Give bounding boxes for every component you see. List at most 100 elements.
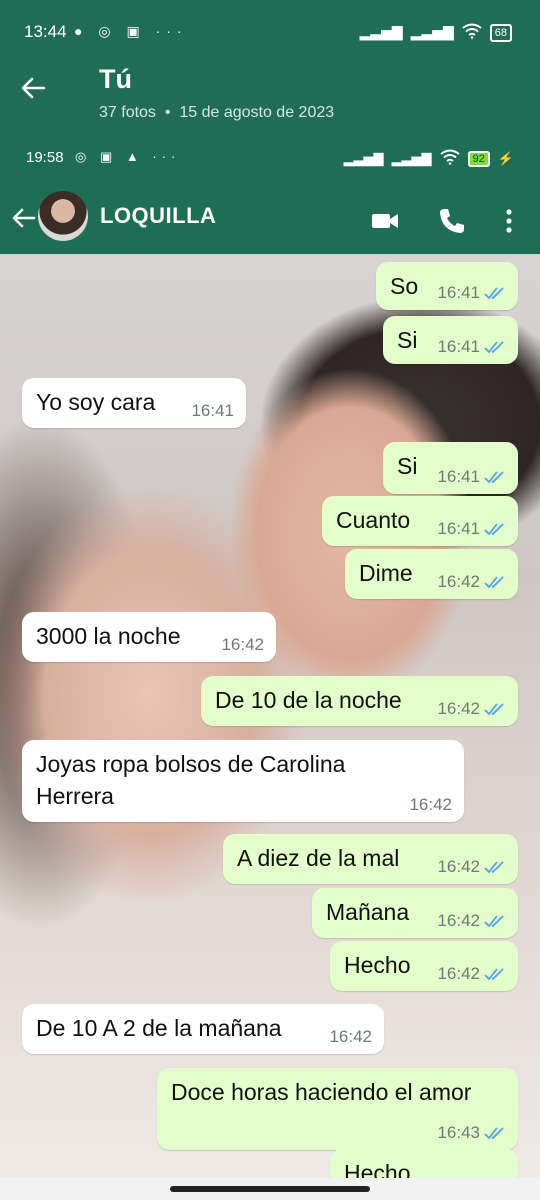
contact-name[interactable]: LOQUILLA: [100, 203, 216, 229]
gallery-header: 13:44 ● ◎ ▣ ··· ▂▃▅▇ ▂▃▅▇ 68 Tú 37 fotos…: [0, 0, 540, 128]
voice-call-icon[interactable]: [437, 206, 467, 236]
outgoing-message[interactable]: Si 16:41: [383, 316, 518, 364]
read-ticks-icon: [484, 471, 504, 484]
message-text: Joyas ropa bolsos de Carolina Herrera: [36, 751, 346, 809]
message-time: 16:42: [221, 635, 264, 654]
message-meta: 16:42: [329, 1027, 372, 1047]
inner-wifi-icon: [439, 149, 460, 168]
outgoing-message[interactable]: Cuanto 16:41: [322, 496, 518, 546]
inner-signal-icon-2: ▂▃▅▇: [391, 150, 432, 166]
message-text: 3000 la noche: [36, 623, 181, 649]
message-meta: 16:41: [191, 401, 234, 421]
video-call-icon[interactable]: [370, 206, 400, 236]
read-ticks-icon: [484, 1127, 504, 1140]
wifi-icon: [462, 23, 482, 42]
chat-header: LOQUILLA: [0, 186, 540, 254]
notification-icons: ● ◎ ▣ ···: [74, 23, 188, 39]
message-time: 16:42: [437, 857, 480, 876]
inner-signal-icon: ▂▃▅▇: [343, 150, 384, 166]
message-time: 16:41: [437, 519, 480, 538]
outer-status-bar: 13:44 ● ◎ ▣ ··· ▂▃▅▇ ▂▃▅▇ 68: [0, 0, 540, 64]
message-text: A diez de la mal: [237, 845, 400, 871]
incoming-message[interactable]: Joyas ropa bolsos de Carolina Herrera 16:…: [22, 740, 464, 822]
outgoing-message[interactable]: Dime 16:42: [345, 549, 518, 599]
read-ticks-icon: [484, 287, 504, 300]
read-ticks-icon: [484, 576, 504, 589]
status-indicators: ▂▃▅▇ ▂▃▅▇ 68: [360, 23, 512, 42]
message-text: Si: [397, 327, 418, 353]
read-ticks-icon: [484, 968, 504, 981]
read-ticks-icon: [484, 915, 504, 928]
outgoing-message[interactable]: De 10 de la noche 16:42: [201, 676, 518, 726]
message-time: 16:42: [437, 699, 480, 718]
more-options-icon[interactable]: [494, 206, 524, 236]
signal-icon-2: ▂▃▅▇: [410, 24, 454, 40]
message-time: 16:41: [191, 401, 234, 420]
message-time: 16:43: [437, 1123, 480, 1142]
message-time: 16:41: [437, 337, 480, 356]
outgoing-message[interactable]: Hecho16:43: [330, 1149, 518, 1178]
read-ticks-icon: [484, 341, 504, 354]
outgoing-message[interactable]: Si 16:41: [383, 442, 518, 494]
message-text: Hecho: [344, 1160, 411, 1178]
incoming-message[interactable]: 3000 la noche 16:42: [22, 612, 276, 662]
message-time: 16:42: [409, 795, 452, 814]
message-meta: 16:42: [409, 795, 452, 815]
message-time: 16:42: [437, 911, 480, 930]
message-meta: 16:43: [437, 1123, 506, 1143]
message-meta: 16:42: [437, 857, 506, 877]
message-text: Yo soy cara: [36, 389, 156, 415]
read-ticks-icon: [484, 703, 504, 716]
inner-status-bar: 19:58 ◎ ▣ ▲ ··· ▂▃▅▇ ▂▃▅▇ 92 ⚡: [0, 128, 540, 186]
message-time: 16:42: [329, 1027, 372, 1046]
signal-icon: ▂▃▅▇: [359, 24, 403, 40]
message-time: 16:42: [437, 572, 480, 591]
message-meta: 16:42: [437, 964, 506, 984]
message-meta: 16:41: [437, 519, 506, 539]
incoming-message[interactable]: Yo soy cara 16:41: [22, 378, 246, 428]
message-time: 16:41: [437, 283, 480, 302]
message-meta: 16:41: [437, 337, 506, 357]
battery-icon: 68: [489, 23, 512, 42]
message-meta: 16:42: [437, 572, 506, 592]
message-text: Hecho: [344, 952, 411, 978]
back-arrow-icon[interactable]: [18, 72, 50, 104]
message-text: De 10 A 2 de la mañana: [36, 1015, 282, 1041]
outgoing-message[interactable]: Mañana 16:42: [312, 888, 518, 938]
viewer-subtitle: 37 fotos • 15 de agosto de 2023: [99, 104, 334, 122]
message-text: De 10 de la noche: [215, 687, 402, 713]
home-gesture-bar[interactable]: [170, 1186, 370, 1192]
chat-back-arrow-icon[interactable]: [10, 204, 38, 232]
message-text: Mañana: [326, 899, 410, 925]
chat-screenshot: 19:58 ◎ ▣ ▲ ··· ▂▃▅▇ ▂▃▅▇ 92 ⚡ LOQUILLA …: [0, 128, 540, 1178]
message-meta: 16:42: [437, 699, 506, 719]
outgoing-message[interactable]: A diez de la mal 16:42: [223, 834, 518, 884]
message-text: Cuanto: [336, 507, 411, 533]
outgoing-message[interactable]: So 16:41: [376, 262, 518, 310]
message-meta: 16:42: [437, 911, 506, 931]
outgoing-message[interactable]: Hecho 16:42: [330, 941, 518, 991]
inner-status-indicators: ▂▃▅▇ ▂▃▅▇ 92 ⚡: [344, 149, 514, 168]
viewer-title: Tú: [99, 64, 132, 94]
message-time: 16:42: [437, 964, 480, 983]
charging-icon: ⚡: [497, 150, 514, 166]
incoming-message[interactable]: De 10 A 2 de la mañana 16:42: [22, 1004, 384, 1054]
outer-status-time: 13:44: [24, 22, 67, 41]
inner-status-time: 19:58: [26, 149, 64, 166]
message-text: Dime: [359, 560, 413, 586]
read-ticks-icon: [484, 523, 504, 536]
message-meta: 16:41: [437, 283, 506, 303]
message-text: Si: [397, 453, 418, 479]
inner-notification-icons: ◎ ▣ ▲ ···: [75, 149, 181, 164]
navigation-bar: [0, 1178, 540, 1200]
outgoing-message[interactable]: Doce horas haciendo el amor 16:43: [157, 1068, 518, 1150]
message-text: Doce horas haciendo el amor: [171, 1079, 472, 1105]
read-ticks-icon: [484, 861, 504, 874]
contact-avatar[interactable]: [38, 191, 88, 241]
photo-count: 37 fotos: [99, 104, 156, 121]
separator-dot: •: [164, 104, 171, 121]
photo-date: 15 de agosto de 2023: [179, 104, 335, 121]
inner-battery-icon: 92: [467, 150, 490, 167]
message-text: So: [390, 273, 419, 299]
message-meta: 16:41: [437, 467, 506, 487]
